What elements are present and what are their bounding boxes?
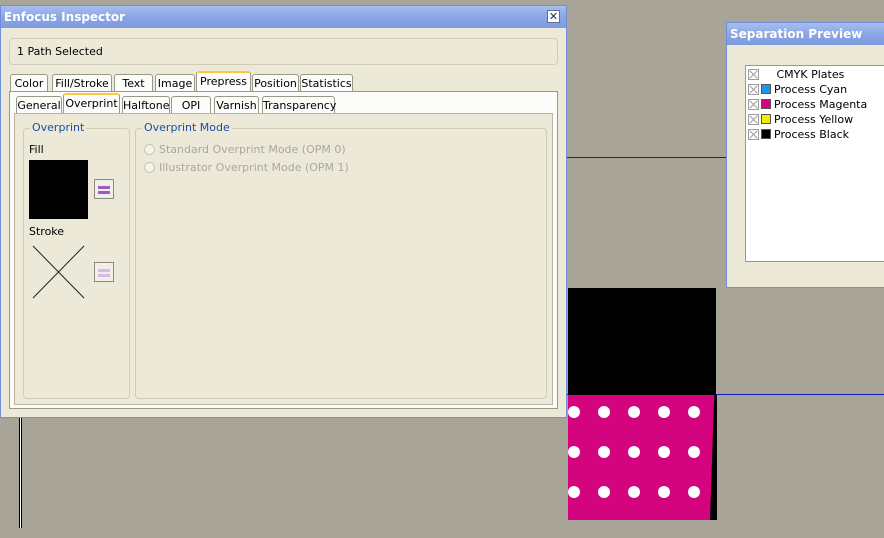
tab-position[interactable]: Position — [252, 74, 299, 92]
opm1-label: Illustrator Overprint Mode (OPM 1) — [159, 161, 349, 174]
enfocus-inspector-window: Enfocus Inspector ✕ 1 Path Selected Colo… — [0, 5, 567, 418]
tab-statistics[interactable]: Statistics — [300, 74, 353, 92]
opm0-label: Standard Overprint Mode (OPM 0) — [159, 143, 346, 156]
guide-line[interactable] — [566, 157, 728, 158]
subtab-general[interactable]: General — [16, 96, 62, 114]
plate-row-magenta[interactable]: Process Magenta — [748, 97, 867, 112]
fill-color-swatch[interactable] — [29, 160, 88, 219]
plate-label: Process Yellow — [774, 113, 854, 126]
overprint-panel: Overprint Fill Stroke Overprint Mode Sta… — [14, 113, 553, 405]
prepress-tab-panel: General Overprint Halftone OPI Varnish T… — [9, 91, 558, 409]
pattern-dot — [628, 486, 640, 498]
opm0-option[interactable]: Standard Overprint Mode (OPM 0) — [144, 143, 346, 157]
subtab-varnish[interactable]: Varnish — [214, 96, 259, 114]
subtab-halftone[interactable]: Halftone — [122, 96, 170, 114]
subtab-opi[interactable]: OPI — [171, 96, 211, 114]
tab-image[interactable]: Image — [155, 74, 195, 92]
tab-prepress[interactable]: Prepress — [196, 71, 251, 92]
fill-overprint-toggle-icon[interactable] — [94, 179, 114, 199]
plate-label: Process Black — [774, 128, 849, 141]
pattern-dot — [688, 406, 700, 418]
black-rectangle-artwork[interactable] — [568, 288, 716, 395]
stroke-label: Stroke — [29, 225, 65, 238]
cyan-swatch — [761, 84, 771, 94]
inspector-title: Enfocus Inspector — [4, 10, 126, 24]
tab-text[interactable]: Text — [114, 74, 153, 92]
black-swatch — [761, 129, 771, 139]
selection-status: 1 Path Selected — [9, 38, 558, 65]
pattern-dot — [568, 486, 580, 498]
opm1-radio[interactable] — [144, 162, 155, 173]
separation-preview-window: Separation Preview CMYK Plates Process C… — [726, 22, 884, 288]
none-stroke-icon — [32, 245, 85, 299]
inspector-titlebar[interactable]: Enfocus Inspector — [1, 6, 566, 28]
plate-row-cyan[interactable]: Process Cyan — [748, 82, 847, 97]
selection-status-text: 1 Path Selected — [17, 45, 103, 58]
plate-row-black[interactable]: Process Black — [748, 127, 849, 142]
plate-row-cmyk[interactable]: CMYK Plates — [748, 67, 844, 82]
stroke-none-swatch[interactable] — [29, 243, 88, 302]
checkbox-icon[interactable] — [748, 84, 759, 95]
magenta-swatch — [761, 99, 771, 109]
opm1-option[interactable]: Illustrator Overprint Mode (OPM 1) — [144, 161, 349, 175]
fill-label: Fill — [29, 143, 44, 156]
pattern-dot — [598, 486, 610, 498]
checkbox-icon[interactable] — [748, 99, 759, 110]
overprint-mode-title: Overprint Mode — [142, 121, 232, 134]
canvas-ruler-edge — [19, 418, 22, 528]
separation-titlebar[interactable]: Separation Preview — [727, 23, 884, 45]
plate-label: Process Magenta — [774, 98, 868, 111]
close-icon[interactable]: ✕ — [547, 10, 560, 23]
plates-list: CMYK Plates Process Cyan Process Magenta… — [745, 65, 884, 262]
pattern-dot — [628, 406, 640, 418]
checkbox-icon[interactable] — [748, 69, 759, 80]
overprint-group: Overprint Fill Stroke — [23, 121, 130, 399]
subtab-transparency[interactable]: Transparency — [262, 96, 336, 114]
separation-title: Separation Preview — [730, 27, 863, 41]
checkbox-icon[interactable] — [748, 129, 759, 140]
pattern-dot — [688, 486, 700, 498]
checkbox-icon[interactable] — [748, 114, 759, 125]
yellow-swatch — [761, 114, 771, 124]
overprint-mode-group: Overprint Mode Standard Overprint Mode (… — [135, 121, 547, 399]
overprint-group-title: Overprint — [30, 121, 87, 134]
tab-color[interactable]: Color — [10, 74, 48, 92]
plate-row-yellow[interactable]: Process Yellow — [748, 112, 853, 127]
pattern-dot — [568, 446, 580, 458]
pattern-dot — [658, 446, 670, 458]
stroke-overprint-toggle-icon[interactable] — [94, 262, 114, 282]
pattern-dot — [628, 446, 640, 458]
tab-fill-stroke[interactable]: Fill/Stroke — [52, 74, 112, 92]
pattern-dot — [688, 446, 700, 458]
pattern-dot — [568, 406, 580, 418]
subtab-overprint[interactable]: Overprint — [63, 93, 120, 114]
pattern-dot — [598, 446, 610, 458]
pattern-dot — [598, 406, 610, 418]
plate-label: Process Cyan — [774, 83, 848, 96]
opm0-radio[interactable] — [144, 144, 155, 155]
pattern-dot — [658, 406, 670, 418]
pattern-dot — [658, 486, 670, 498]
plate-label: CMYK Plates — [776, 68, 845, 81]
